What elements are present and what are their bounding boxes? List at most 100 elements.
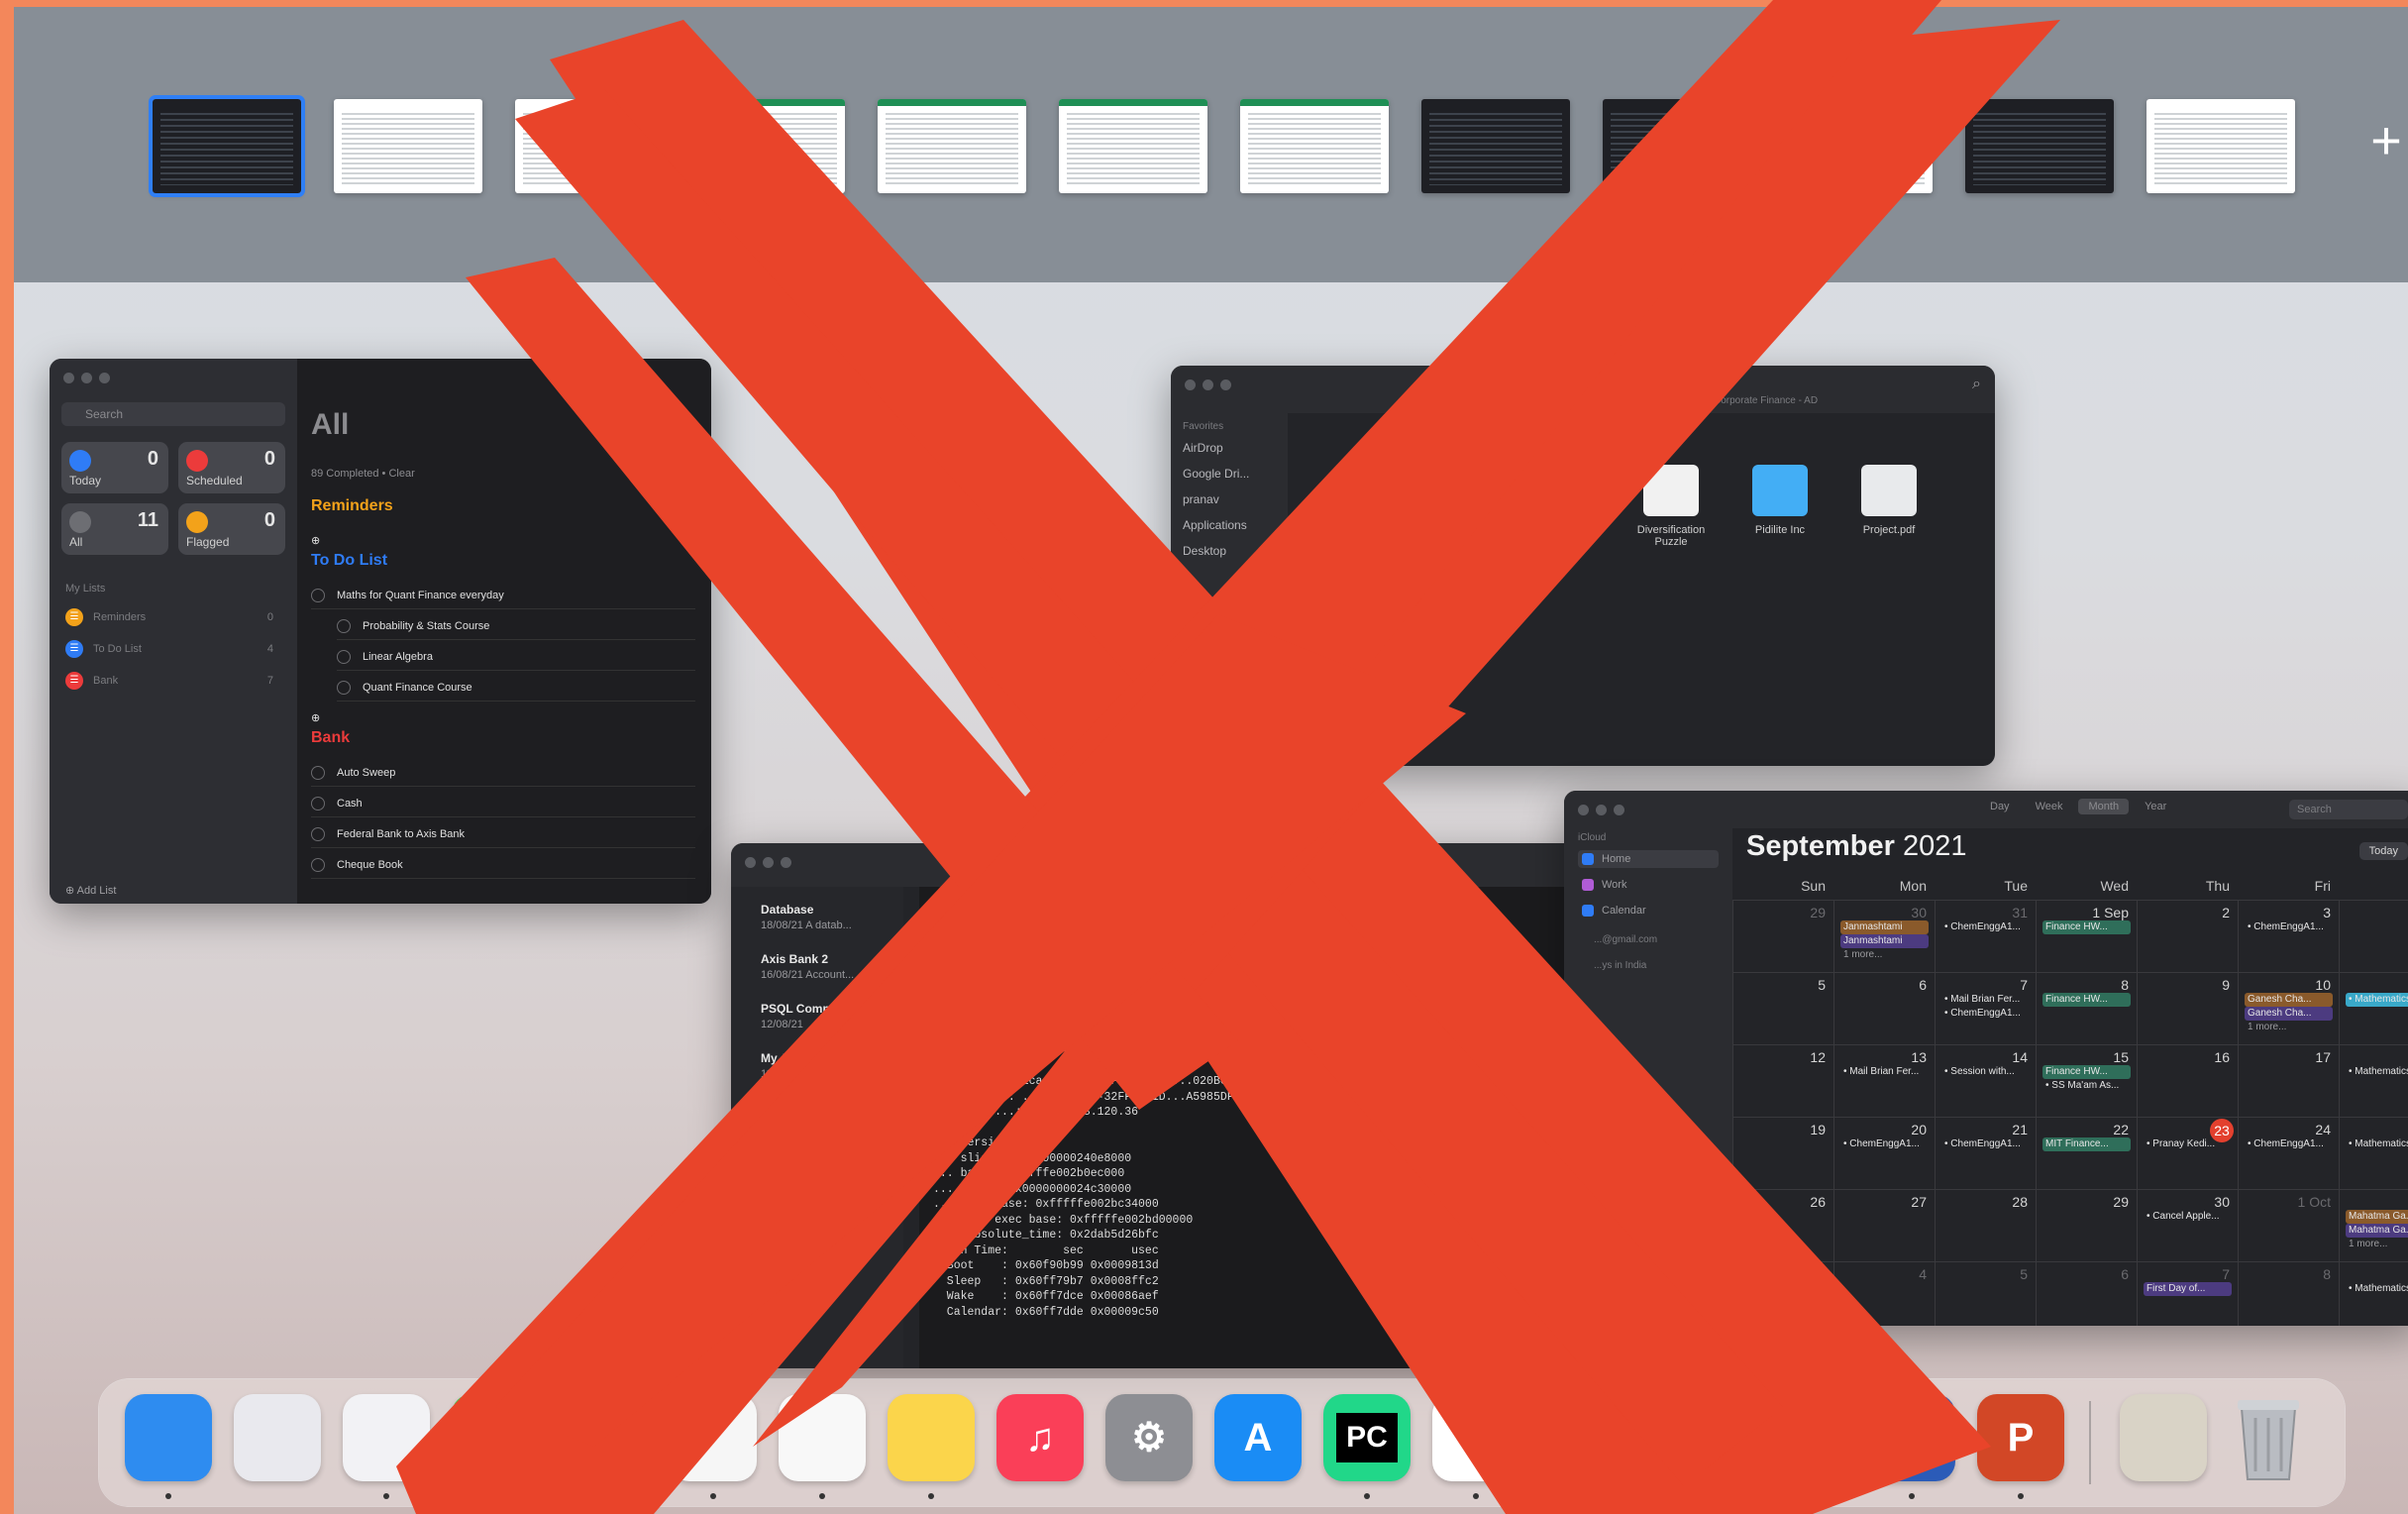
downloads-stack-icon[interactable] [2120, 1394, 2207, 1481]
calendar-event[interactable]: 1 more... [1840, 948, 1929, 962]
show-button[interactable]: Show [664, 468, 691, 480]
photos-app-icon[interactable] [561, 1394, 648, 1481]
finder-sidebar-item[interactable]: pranav [1183, 492, 1219, 506]
reminders-app-icon[interactable] [779, 1394, 866, 1499]
day-cell[interactable]: 31 • ChemEnggA1... [1935, 900, 2036, 972]
space-thumbnail[interactable] [1240, 99, 1389, 193]
day-cell[interactable]: 21 • ChemEnggA1... [1935, 1117, 2036, 1189]
view-day-button[interactable]: Day [1980, 799, 2020, 814]
day-cell[interactable]: 24 • ChemEnggA1... [2238, 1117, 2339, 1189]
calendar-event[interactable]: • Mathematics... [2346, 1065, 2408, 1079]
checkbox[interactable] [337, 650, 351, 665]
note-body[interactable]: MacOS Error Re panic(cpu 0 caller 0xfffff… [919, 887, 1599, 1368]
calendar-event[interactable]: • Session with... [1941, 1065, 2030, 1079]
finder-sidebar-item[interactable]: AirDrop [1183, 441, 1223, 455]
smart-list-flagged[interactable]: 0 Flagged [178, 503, 285, 555]
day-cell[interactable]: 8 Finance HW... [2036, 972, 2137, 1044]
calendar-event[interactable]: Ganesh Cha... [2245, 993, 2333, 1007]
add-reminder-button[interactable]: ⊕ [311, 527, 695, 555]
day-cell[interactable]: 5 [1935, 1261, 2036, 1326]
day-cell[interactable]: 19 [1732, 1117, 1833, 1189]
calendar-event[interactable]: • Mathematics... [2346, 1137, 2408, 1151]
calendar-event[interactable]: Finance HW... [2042, 1065, 2131, 1079]
launchpad-app-icon[interactable] [234, 1394, 321, 1481]
my-list-item[interactable]: ☰ Reminders 0 [65, 608, 283, 626]
firefox-app-icon[interactable] [1650, 1394, 1737, 1499]
reminder-item[interactable]: Quant Finance Course [337, 674, 695, 702]
reminder-item[interactable]: Federal Bank to Axis Bank [311, 820, 695, 848]
checkbox[interactable] [311, 858, 325, 873]
messages-app-icon[interactable] [452, 1394, 539, 1481]
space-thumbnail[interactable] [1421, 99, 1570, 193]
day-cell[interactable]: 22 MIT Finance... [2036, 1117, 2137, 1189]
day-cell[interactable]: 13 • Mail Brian Fer... [1833, 1044, 1935, 1117]
space-thumbnail[interactable] [2146, 99, 2295, 193]
calendar-event[interactable]: Finance HW... [2042, 993, 2131, 1007]
calendar-app-icon[interactable] [670, 1394, 757, 1499]
day-cell[interactable]: 14 • Session with... [1935, 1044, 2036, 1117]
app-store-app-icon[interactable]: A [1214, 1394, 1302, 1481]
day-cell[interactable]: 1 Sep Finance HW... [2036, 900, 2137, 972]
finder-item[interactable]: Diversification Puzzle [1626, 465, 1716, 548]
reminder-item[interactable]: Cheque Book [311, 851, 695, 879]
day-cell[interactable]: 12 [1732, 1044, 1833, 1117]
checkbox[interactable] [311, 797, 325, 811]
day-cell[interactable]: 9• Mathematics... [2339, 1261, 2408, 1326]
smart-list-today[interactable]: 0 Today [61, 442, 168, 493]
note-list-item[interactable]: Email: [761, 1101, 791, 1116]
calendar-event[interactable]: • Mail Brian Fer... [1941, 993, 2030, 1007]
music-app-icon[interactable]: ♫ [996, 1394, 1084, 1481]
reminder-item[interactable]: Cash [311, 790, 695, 817]
calendar-event[interactable]: Janmashtami [1840, 920, 1929, 934]
clear-button[interactable]: Clear [388, 468, 414, 480]
day-cell[interactable]: 8 [2238, 1261, 2339, 1326]
calendar-event[interactable]: • ChemEnggA1... [1941, 920, 2030, 934]
calendar-event[interactable]: Mahatma Ga... [2346, 1210, 2408, 1224]
calendar-event[interactable]: MIT Finance... [2042, 1137, 2131, 1151]
calendar-event[interactable]: • ChemEnggA1... [1840, 1137, 1929, 1151]
excel-app-icon[interactable]: X [1759, 1394, 1846, 1499]
calendar-window[interactable]: iCloud Home Work Calendar ...@gmail.com ...y… [1564, 791, 2408, 1326]
calendar-event[interactable]: • SS Ma'am As... [2042, 1079, 2131, 1093]
finder-sidebar-item[interactable]: Applications [1183, 518, 1247, 532]
my-list-item[interactable]: ☰ Bank 7 [65, 672, 283, 690]
calendar-event[interactable]: • ChemEnggA1... [2245, 1137, 2333, 1151]
reminders-search-input[interactable]: Search [61, 402, 285, 426]
view-month-button[interactable]: Month [2078, 799, 2130, 814]
finder-sidebar-item[interactable]: Desktop [1183, 544, 1226, 558]
view-year-button[interactable]: Year [2135, 799, 2176, 814]
calendar-item[interactable]: Calendar [1578, 902, 1719, 919]
finder-app-icon[interactable] [125, 1394, 212, 1499]
window-controls[interactable] [63, 373, 110, 383]
finder-item[interactable]: Project.pdf [1844, 465, 1934, 536]
reminder-item[interactable]: Auto Sweep [311, 759, 695, 787]
calendar-checkbox[interactable] [1582, 879, 1594, 892]
day-cell[interactable]: 20 • ChemEnggA1... [1833, 1117, 1935, 1189]
note-list-item[interactable]: My A... 11/0... [761, 1051, 798, 1080]
notes-window[interactable]: Database 18/08/21 A datab... Axis Bank 2 16… [731, 843, 1599, 1368]
note-list-item[interactable]: PSQL Comm... 12/08/21 [761, 1002, 843, 1030]
day-cell[interactable]: 4 [1833, 1261, 1935, 1326]
day-cell[interactable]: 6 [2036, 1261, 2137, 1326]
day-cell[interactable]: 7 • Mail Brian Fer... • ChemEnggA1... [1935, 972, 2036, 1044]
day-cell[interactable]: 6 [1833, 972, 1935, 1044]
calendar-event[interactable]: • ChemEnggA1... [1941, 1137, 2030, 1151]
calendar-event[interactable]: • Cancel Apple... [2144, 1210, 2232, 1224]
space-thumbnail[interactable] [1603, 99, 1751, 193]
day-cell[interactable]: 27 [1833, 1189, 1935, 1261]
day-cell[interactable]: 5 [1732, 972, 1833, 1044]
day-cell[interactable]: 29 [2036, 1189, 2137, 1261]
checkbox[interactable] [311, 827, 325, 842]
calendar-event[interactable]: • Mathematics... [2346, 1282, 2408, 1296]
whatsapp-app-icon[interactable] [1541, 1394, 1628, 1499]
day-cell[interactable]: 2Mahatma Ga...Mahatma Ga...1 more... [2339, 1189, 2408, 1261]
my-list-item[interactable]: ☰ To Do List 4 [65, 640, 283, 658]
day-cell[interactable]: 17 [2238, 1044, 2339, 1117]
window-controls[interactable] [745, 857, 791, 868]
day-cell[interactable]: 2 [2137, 900, 2238, 972]
view-week-button[interactable]: Week [2026, 799, 2073, 814]
add-reminder-button[interactable]: ⊕ [311, 704, 695, 732]
space-thumbnail[interactable] [334, 99, 482, 193]
calendar-event[interactable]: • Mail Brian Fer... [1840, 1065, 1929, 1079]
system-preferences-app-icon[interactable]: ⚙ [1105, 1394, 1193, 1481]
